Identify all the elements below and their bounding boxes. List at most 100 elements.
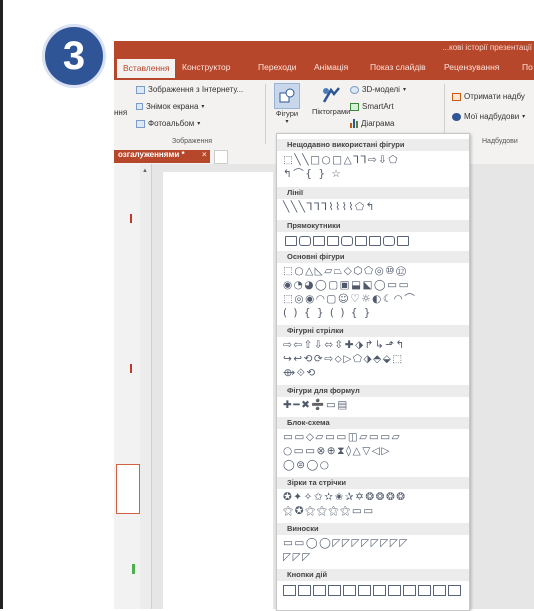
ribbon-cut-label: ння — [114, 108, 128, 117]
thumbnail-marker — [130, 364, 132, 373]
scroll-up-icon[interactable]: ▲ — [142, 168, 148, 174]
action-button-shape[interactable] — [448, 585, 461, 596]
shape-row[interactable]: ○▭▭⊗⊕⧗◊△▽◁▷ — [283, 445, 391, 458]
section-basic-shapes: Основні фігури — [277, 251, 469, 263]
section-callouts: Виноски — [277, 523, 469, 535]
cube-icon — [350, 85, 359, 94]
new-tab-button[interactable] — [214, 150, 228, 164]
images-group-label: Зображення — [172, 138, 213, 145]
section-stars-banners: Зірки та стрічки — [277, 477, 469, 489]
rounded-rectangle-shape[interactable] — [299, 236, 311, 246]
screenshot-button[interactable]: Знімок екрана ▾ — [136, 102, 204, 111]
section-block-arrows: Фігурні стрілки — [277, 325, 469, 337]
my-addins-button[interactable]: Мої надбудови ▾ — [452, 112, 525, 121]
shape-row[interactable]: ⇨⇦⇧⇩⬄⇳✚⬗↱↳⬏↰ — [283, 339, 406, 352]
action-button-shape[interactable] — [418, 585, 431, 596]
slide-thumbnails-pane[interactable] — [114, 164, 141, 609]
rounded-rectangle-shape[interactable] — [383, 236, 395, 246]
section-flowchart: Блок-схема — [277, 417, 469, 429]
slide-thumbnail[interactable] — [116, 464, 140, 514]
shape-row[interactable]: ✚━✖➗▭▤ — [283, 399, 349, 412]
chevron-down-icon: ▾ — [522, 114, 526, 120]
shape-row[interactable]: ( ) { } ( ) { } — [283, 307, 372, 320]
rectangle-shapes-row[interactable] — [285, 236, 409, 246]
shape-row[interactable]: ◯⊜◯○ — [283, 459, 330, 472]
tab-transitions[interactable]: Переходи — [258, 62, 297, 72]
tab-insert[interactable]: Вставлення — [117, 59, 176, 78]
thumbnail-marker — [130, 214, 132, 223]
shapes-icon — [274, 83, 300, 109]
chevron-down-icon: ▾ — [201, 104, 205, 110]
shapes-gallery: Нещодавно використані фігури ⬚╲╲□○□△⅂⅂⇨⇩… — [276, 133, 470, 611]
action-button-shape[interactable] — [388, 585, 401, 596]
step-badge: 3 — [42, 24, 106, 88]
shape-row[interactable]: ✪✦✧✩✫✬✰✡❂❂❂❂ — [283, 491, 407, 504]
action-button-shape[interactable] — [343, 585, 356, 596]
group-separator — [265, 84, 266, 144]
chevron-down-icon: ▾ — [402, 87, 406, 93]
title-bar: ...кові історії презентації — [114, 41, 534, 56]
bar-chart-icon — [350, 119, 358, 128]
photo-album-button[interactable]: Фотоальбом ▾ — [136, 119, 200, 128]
shape-row[interactable]: ↪↩⟲⟳⇨⬦▷⬠⬗⬘⬙⬚ — [283, 353, 404, 366]
icons-icon — [319, 83, 343, 107]
shape-row[interactable]: ⚝✪⚝⚝⚝⚝▭▭ — [283, 505, 375, 518]
shapes-button[interactable]: Фігури ▾ — [274, 83, 300, 125]
online-images-button[interactable]: Зображення з Інтернету... — [136, 85, 243, 94]
shape-row[interactable]: ↰⌒{ } ☆ — [283, 168, 342, 181]
rectangle-shape[interactable] — [285, 236, 297, 246]
rectangle-shape[interactable] — [313, 236, 325, 246]
chart-button[interactable]: Діаграма — [350, 119, 394, 128]
shape-row[interactable]: ╲╲╲⅂⅂⅂⌇⌇⌇⌇⬠↰ — [283, 201, 376, 214]
shape-row[interactable]: ◉◔◕◯▢▣⬓⬕◯▭▭ — [283, 279, 410, 292]
shape-row[interactable]: ◸◸◸ — [283, 551, 312, 564]
action-buttons-row[interactable] — [283, 585, 461, 596]
document-tab[interactable]: озгалуженнями * × — [114, 150, 210, 163]
shape-row[interactable]: ▭▭◇▱▭▭◫▱▭▭▱ — [283, 431, 401, 444]
online-image-icon — [136, 85, 145, 94]
shape-row[interactable]: ⬚○△◺▱⏢◇⬡⬠◎⑩⑫ — [283, 265, 407, 278]
thumbnail-marker — [132, 564, 135, 574]
section-rectangles: Прямокутники — [277, 220, 469, 232]
section-action-buttons: Кнопки дій — [277, 569, 469, 581]
tab-design[interactable]: Конструктор — [182, 62, 230, 72]
rectangle-shape[interactable] — [397, 236, 409, 246]
rounded-rectangle-shape[interactable] — [341, 236, 353, 246]
tab-slideshow[interactable]: Показ слайдів — [370, 62, 426, 72]
shape-row[interactable]: ⟴⟐⟲ — [283, 367, 317, 380]
screenshot-icon — [136, 103, 143, 110]
shape-row[interactable]: ▭▭◯◯◸◸◸◸◸◸◸◸ — [283, 537, 409, 550]
action-button-shape[interactable] — [313, 585, 326, 596]
shape-row[interactable]: ⬚◎◉◠▢☺♡☼◐☾◠⌒ — [283, 293, 416, 306]
tab-partial[interactable]: По — [522, 62, 533, 72]
section-equation-shapes: Фігури для формул — [277, 385, 469, 397]
shape-row[interactable]: ⬚╲╲□○□△⅂⅂⇨⇩⬠ — [283, 154, 399, 167]
get-addins-button[interactable]: Отримати надбу — [452, 92, 525, 101]
smartart-button[interactable]: SmartArt — [350, 102, 394, 111]
action-button-shape[interactable] — [373, 585, 386, 596]
action-button-shape[interactable] — [328, 585, 341, 596]
tab-animations[interactable]: Анімація — [314, 62, 348, 72]
rectangle-shape[interactable] — [355, 236, 367, 246]
addins-group-label: Надбудови — [482, 138, 518, 145]
icons-button[interactable]: Піктограми — [312, 83, 350, 116]
action-button-shape[interactable] — [298, 585, 311, 596]
action-button-shape[interactable] — [403, 585, 416, 596]
tab-review[interactable]: Рецензування — [444, 62, 499, 72]
action-button-shape[interactable] — [433, 585, 446, 596]
section-recent-shapes: Нещодавно використані фігури — [277, 139, 469, 151]
scrollbar[interactable]: ▲ — [140, 164, 152, 609]
close-icon[interactable]: × — [202, 150, 207, 159]
left-border — [0, 0, 3, 609]
action-button-shape[interactable] — [283, 585, 296, 596]
action-button-shape[interactable] — [358, 585, 371, 596]
section-lines: Лінії — [277, 187, 469, 199]
store-icon — [452, 92, 461, 101]
smartart-icon — [350, 102, 359, 111]
chevron-down-icon: ▾ — [285, 119, 289, 125]
3d-models-button[interactable]: 3D-моделі ▾ — [350, 85, 406, 94]
slide-canvas[interactable] — [163, 172, 273, 609]
rectangle-shape[interactable] — [369, 236, 381, 246]
chevron-down-icon: ▾ — [197, 121, 201, 127]
rectangle-shape[interactable] — [327, 236, 339, 246]
